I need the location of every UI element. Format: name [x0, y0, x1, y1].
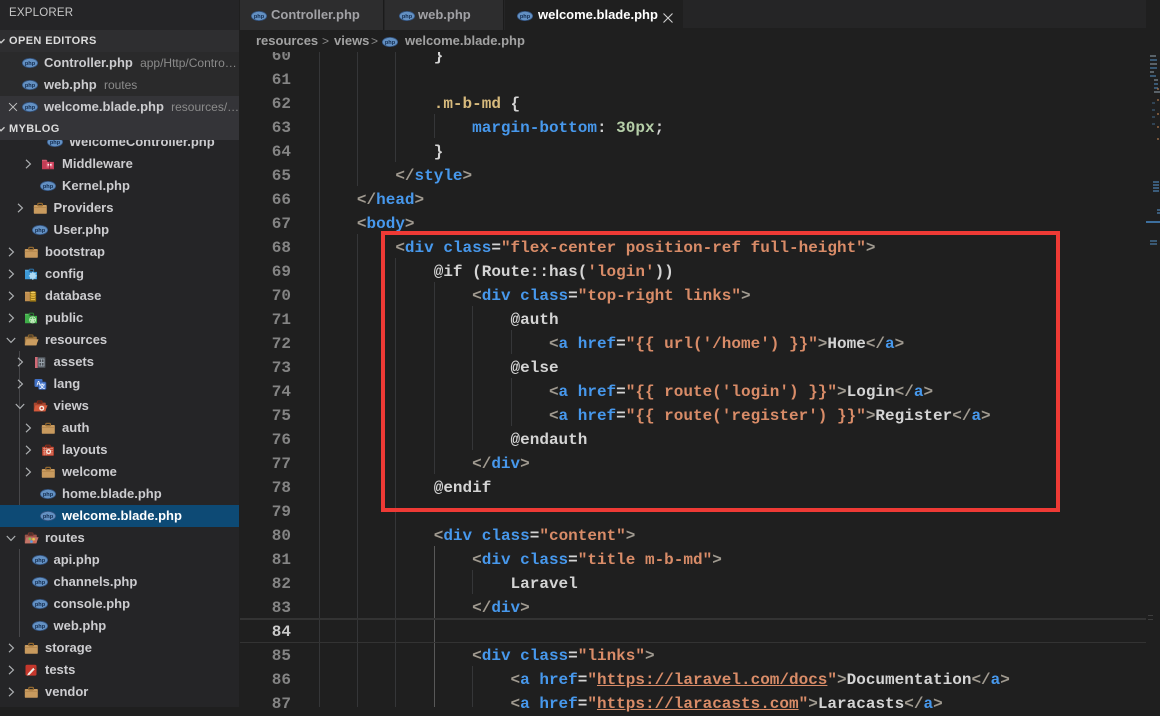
svg-text:文: 文 — [39, 383, 45, 391]
svg-text:php: php — [385, 40, 396, 46]
svg-text:php: php — [25, 105, 36, 111]
svg-text:php: php — [50, 140, 61, 146]
svg-text:php: php — [25, 61, 36, 67]
svg-text:php: php — [520, 14, 531, 20]
svg-text:php: php — [34, 602, 45, 608]
svg-text:php: php — [43, 492, 54, 498]
svg-text:php: php — [43, 514, 54, 520]
svg-text:php: php — [25, 83, 36, 89]
svg-text:php: php — [34, 580, 45, 586]
svg-text:php: php — [43, 184, 54, 190]
svg-text:php: php — [34, 558, 45, 564]
svg-text:php: php — [34, 228, 45, 234]
svg-text:php: php — [402, 14, 413, 20]
svg-text:php: php — [254, 14, 265, 20]
svg-text:php: php — [34, 624, 45, 630]
